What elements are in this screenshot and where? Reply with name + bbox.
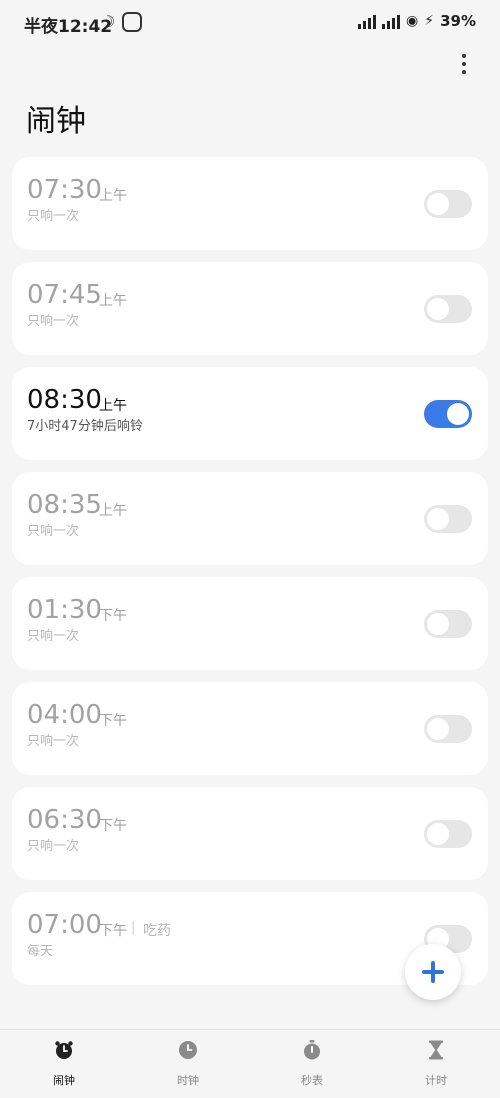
alarm-time: 08:30 (27, 385, 102, 415)
hourglass-icon (429, 1040, 443, 1060)
alarm-time: 08:35 (27, 490, 102, 520)
alarm-time: 01:30 (27, 595, 102, 625)
alarm-card[interactable]: 06:30 下午 只响一次 (12, 787, 488, 880)
status-bar: 半夜12:42 ☽ ◉ ⚡ 39% (0, 0, 500, 46)
alarm-ampm: 下午 (99, 818, 127, 834)
alarm-ampm: 下午 (99, 608, 127, 624)
alarm-ampm: 上午 (99, 293, 127, 309)
wifi-icon: ◉ (406, 13, 419, 29)
tab-label: 秒表 (301, 1074, 323, 1087)
alarm-toggle[interactable] (424, 715, 472, 743)
charging-icon: ⚡ (424, 13, 435, 29)
alarm-time: 07:45 (27, 280, 102, 310)
alarm-card[interactable]: 07:45 上午 只响一次 (12, 262, 488, 355)
signal-icon-2 (382, 13, 401, 29)
alarm-card[interactable]: 07:30 上午 只响一次 (12, 157, 488, 250)
page-title: 闹钟 (26, 104, 86, 139)
alarm-ampm: 上午 (99, 398, 127, 414)
alarm-clock-icon (55, 1041, 73, 1059)
tab-alarm[interactable]: 闹钟 (14, 1038, 114, 1094)
alarm-card[interactable]: 08:30 上午 7小时47分钟后响铃 (12, 367, 488, 460)
alarm-toggle[interactable] (424, 610, 472, 638)
alarm-ampm: 下午 (99, 713, 127, 729)
alarm-toggle[interactable] (424, 190, 472, 218)
tab-stopwatch[interactable]: 秒表 (262, 1038, 362, 1094)
alarm-countdown: 7小时47分钟后响铃 (27, 419, 143, 434)
alarm-repeat: 每天 (27, 944, 54, 959)
alarm-time: 07:00 (27, 910, 102, 940)
alarm-card[interactable]: 08:35 上午 只响一次 (12, 472, 488, 565)
tab-label: 闹钟 (53, 1074, 75, 1087)
alarm-repeat: 只响一次 (27, 839, 80, 854)
alarm-repeat: 只响一次 (27, 629, 80, 644)
more-vert-icon[interactable] (456, 54, 472, 74)
clock-icon (179, 1041, 197, 1059)
alarm-repeat: 只响一次 (27, 734, 80, 749)
alarm-label-separator: | (131, 920, 136, 935)
alarm-toggle[interactable] (424, 295, 472, 323)
alarm-label: 吃药 (143, 923, 171, 939)
alarm-ampm: 下午 (99, 923, 127, 939)
tab-timer[interactable]: 计时 (386, 1038, 486, 1094)
status-time: 半夜12:42 (24, 17, 113, 37)
tab-label: 时钟 (177, 1074, 199, 1087)
alarm-ampm: 上午 (99, 503, 127, 519)
alarm-repeat: 只响一次 (27, 314, 80, 329)
signal-icon (358, 13, 377, 29)
alarm-toggle[interactable] (424, 820, 472, 848)
tab-clock[interactable]: 时钟 (138, 1038, 238, 1094)
tab-label: 计时 (425, 1074, 447, 1087)
battery-level: 39% (440, 12, 476, 30)
alarm-card[interactable]: 01:30 下午 只响一次 (12, 577, 488, 670)
alarm-ampm: 上午 (99, 188, 127, 204)
alarm-card[interactable]: 04:00 下午 只响一次 (12, 682, 488, 775)
add-alarm-button[interactable] (405, 944, 461, 1000)
alarm-time: 04:00 (27, 700, 102, 730)
moon-icon: ☽ (101, 12, 116, 31)
stopwatch-icon (304, 1040, 320, 1060)
alarm-toggle[interactable] (424, 505, 472, 533)
alarm-time: 06:30 (27, 805, 102, 835)
app-notification-icon (122, 12, 142, 32)
alarm-repeat: 只响一次 (27, 209, 80, 224)
status-right: ◉ ⚡ 39% (358, 12, 476, 30)
alarm-repeat: 只响一次 (27, 524, 80, 539)
alarm-toggle[interactable] (424, 400, 472, 428)
alarm-time: 07:30 (27, 175, 102, 205)
bottom-nav: 闹钟 时钟 秒表 计时 (0, 1029, 500, 1098)
